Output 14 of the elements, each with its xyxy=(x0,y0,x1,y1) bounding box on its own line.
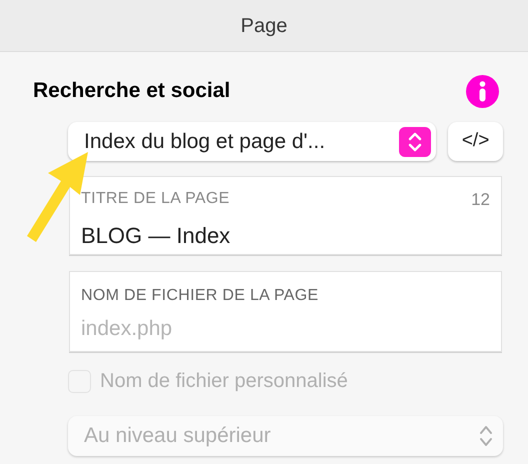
field-value: index.php xyxy=(81,316,174,342)
page-type-dropdown[interactable]: Index du blog et page d'... xyxy=(68,122,436,161)
info-icon[interactable] xyxy=(466,74,499,108)
stepper-icon xyxy=(399,126,432,156)
panel-title: Page xyxy=(240,14,288,38)
checkbox-label: Nom de fichier personnalisé xyxy=(100,369,348,394)
stepper-icon xyxy=(479,424,493,448)
field-value: BLOG — Index xyxy=(81,222,232,250)
character-count: 12 xyxy=(471,189,490,211)
code-button[interactable]: </> xyxy=(448,122,503,161)
section-title: Recherche et social xyxy=(33,78,230,104)
field-label: NOM DE FICHIER DE LA PAGE xyxy=(81,286,320,306)
field-label: TITRE DE LA PAGE xyxy=(81,189,230,209)
page-title-field[interactable]: TITRE DE LA PAGE 12 BLOG — Index xyxy=(69,176,502,255)
